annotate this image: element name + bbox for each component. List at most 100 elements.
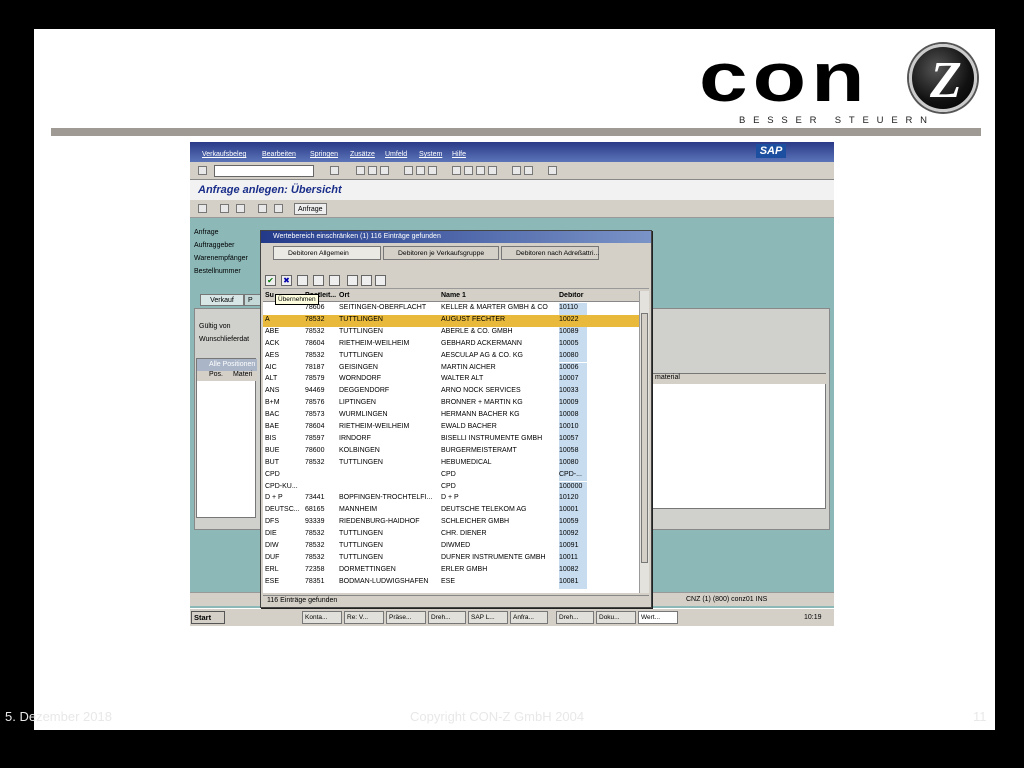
table-row[interactable]: ESE 78351 BODMAN-LUDWIGSHAFEN ESE 10081 (263, 576, 639, 589)
cell-suchbegriff: ABE (265, 327, 280, 335)
table-row[interactable]: DEUTSC... 68165 MANNHEIM DEUTSCHE TELEKOM A… (263, 505, 639, 518)
table-row[interactable]: B+M 78576 LIPTINGEN BRONNER + MARTIN KG 1000… (263, 398, 639, 411)
field-label-warenempfaenger: Warenempfänger (194, 255, 248, 262)
cell-plz: 78573 (305, 411, 325, 419)
cell-name: D + P (441, 494, 459, 502)
cell-plz: 78600 (305, 446, 325, 454)
cell-debitor: 10059 (559, 517, 587, 530)
menu-springen[interactable]: Springen (310, 151, 338, 158)
windows-taskbar: Start Konta... Re: V... Präse... Dreh...… (190, 608, 834, 626)
table-row[interactable]: AIC 78187 GEISINGEN MARTIN AICHER 10006 (263, 362, 639, 375)
print-icon[interactable] (361, 275, 372, 286)
task-item[interactable]: Konta... (302, 611, 342, 624)
cell-plz: 78597 (305, 434, 325, 442)
table-row[interactable]: ABE 78532 TUTTLINGEN ABERLE & CO. GMBH 10089 (263, 326, 639, 339)
restrictions-icon[interactable] (297, 275, 308, 286)
task-item[interactable]: Doku... (596, 611, 636, 624)
menu-hilfe[interactable]: Hilfe (452, 151, 466, 158)
table-row[interactable]: 78606 SEITINGEN-OBERFLACHT KELLER & MARTER… (263, 303, 639, 315)
shortcut-icon[interactable] (524, 166, 533, 175)
prev-page-icon[interactable] (464, 166, 473, 175)
start-button[interactable]: Start (191, 611, 225, 624)
save-icon[interactable] (330, 166, 339, 175)
table-row[interactable]: CPD-KU... CPD 100000 (263, 481, 639, 494)
cancel-icon[interactable] (380, 166, 389, 175)
table-row[interactable]: ANS 94469 DEGGENDORF ARNO NOCK SERVICES 1003… (263, 386, 639, 399)
sap-screenshot: Verkaufsbeleg Bearbeiten Springen Zusätz… (190, 142, 834, 626)
col-debitor[interactable]: Debitor (559, 292, 587, 299)
new-session-icon[interactable] (512, 166, 521, 175)
table-row[interactable]: AES 78532 TUTTLINGEN AESCULAP AG & CO. KG 10… (263, 350, 639, 363)
exit-icon[interactable] (368, 166, 377, 175)
table-row[interactable]: D + P 73441 BOPFINGEN-TROCHTELFI... D + P 10… (263, 493, 639, 506)
col-name1[interactable]: Name 1 (441, 292, 557, 299)
task-item[interactable]: Dreh... (428, 611, 466, 624)
task-item[interactable]: Re: V... (344, 611, 384, 624)
partner-icon[interactable] (236, 204, 245, 213)
find-next-icon[interactable] (428, 166, 437, 175)
table-row[interactable]: BIS 78597 IRNDORF BISELLI INSTRUMENTE GMBH 1… (263, 433, 639, 446)
display-icon[interactable] (274, 204, 283, 213)
find-icon[interactable] (416, 166, 425, 175)
table-row[interactable]: BAE 78604 RIETHEIM-WEILHEIM EWALD BACHER 100… (263, 422, 639, 434)
task-item[interactable]: SAP L... (468, 611, 508, 624)
scrollbar-thumb[interactable] (641, 313, 648, 563)
settings-icon[interactable] (375, 275, 386, 286)
table-row[interactable]: DFS 93339 RIEDENBURG-HAIDHOF SCHLEICHER GMB… (263, 517, 639, 530)
table-row-selected[interactable]: A 78532 TUTTLINGEN AUGUST FECHTER 10022 (263, 314, 639, 327)
menu-verkaufsbeleg[interactable]: Verkaufsbeleg (202, 151, 246, 158)
info-icon[interactable] (347, 275, 358, 286)
task-item[interactable]: Anfra... (510, 611, 548, 624)
overview-icon[interactable] (220, 204, 229, 213)
print-icon[interactable] (404, 166, 413, 175)
task-item[interactable]: Präse... (386, 611, 426, 624)
dialog-title: Wertebereich einschränken (1) 116 Einträ… (261, 231, 651, 243)
last-page-icon[interactable] (488, 166, 497, 175)
task-item-active[interactable]: Wert... (638, 611, 678, 624)
logo-z-emblem: Z (909, 44, 977, 112)
find-icon[interactable] (313, 275, 324, 286)
header-icon[interactable] (198, 204, 207, 213)
dialog-toolbar: ✔ ✖ (263, 273, 649, 289)
table-row[interactable]: CPD CPD CPD-... (263, 469, 639, 482)
menu-zusaetze[interactable]: Zusätze (350, 151, 375, 158)
cell-ort: WURMLINGEN (339, 411, 388, 419)
table-row[interactable]: ALT 78579 WORNDORF WALTER ALT 10007 (263, 374, 639, 387)
sort-icon[interactable] (329, 275, 340, 286)
first-page-icon[interactable] (452, 166, 461, 175)
table-row[interactable]: BAC 78573 WURMLINGEN HERMANN BACHER KG 10008 (263, 410, 639, 422)
tab-debitoren-allgemein[interactable]: Debitoren Allgemein (273, 246, 381, 260)
tab-debitoren-adressattribute[interactable]: Debitoren nach Adreßattri... (501, 246, 599, 260)
cell-name: CHR. DIENER (441, 530, 487, 538)
table-row[interactable]: DIE 78532 TUTTLINGEN CHR. DIENER 10092 (263, 529, 639, 541)
menu-bearbeiten[interactable]: Bearbeiten (262, 151, 296, 158)
cell-name: DIWMED (441, 542, 471, 549)
menu-system[interactable]: System (419, 151, 442, 158)
value-help-dialog: Wertebereich einschränken (1) 116 Einträ… (260, 230, 652, 608)
sap-logo: SAP (756, 144, 786, 158)
cell-debitor: 10080 (559, 350, 587, 363)
tab-verkauf[interactable]: Verkauf (200, 294, 244, 306)
table-row[interactable]: DUF 78532 TUTTLINGEN DUFNER INSTRUMENTE GMB… (263, 552, 639, 565)
cell-ort: GEISINGEN (339, 363, 378, 371)
command-field[interactable] (214, 165, 314, 177)
tab-debitoren-verkaufsgruppe[interactable]: Debitoren je Verkaufsgruppe (383, 246, 499, 260)
table-row[interactable]: BUT 78532 TUTTLINGEN HEBUMEDICAL 10080 (263, 457, 639, 470)
reference-icon[interactable] (258, 204, 267, 213)
table-row[interactable]: DIW 78532 TUTTLINGEN DIWMED 10091 (263, 541, 639, 553)
cell-ort: RIEDENBURG-HAIDHOF (339, 518, 420, 526)
back-icon[interactable] (356, 166, 365, 175)
enter-icon[interactable] (198, 166, 207, 175)
table-row[interactable]: ERL 72358 DORMETTINGEN ERLER GMBH 10082 (263, 564, 639, 577)
anfrage-button[interactable]: Anfrage (294, 203, 327, 215)
next-page-icon[interactable] (476, 166, 485, 175)
accept-icon[interactable]: ✔ (265, 275, 276, 286)
task-item[interactable]: Dreh... (556, 611, 594, 624)
col-ort[interactable]: Ort (339, 292, 439, 299)
table-row[interactable]: BUE 78600 KOLBINGEN BÜRGERMEISTERAMT 10058 (263, 445, 639, 458)
cancel-icon[interactable]: ✖ (281, 275, 292, 286)
vertical-scrollbar[interactable] (639, 291, 649, 593)
help-icon[interactable] (548, 166, 557, 175)
menu-umfeld[interactable]: Umfeld (385, 151, 407, 158)
table-row[interactable]: ACK 78604 RIETHEIM-WEILHEIM GEBHARD ACKERMA… (263, 338, 639, 351)
